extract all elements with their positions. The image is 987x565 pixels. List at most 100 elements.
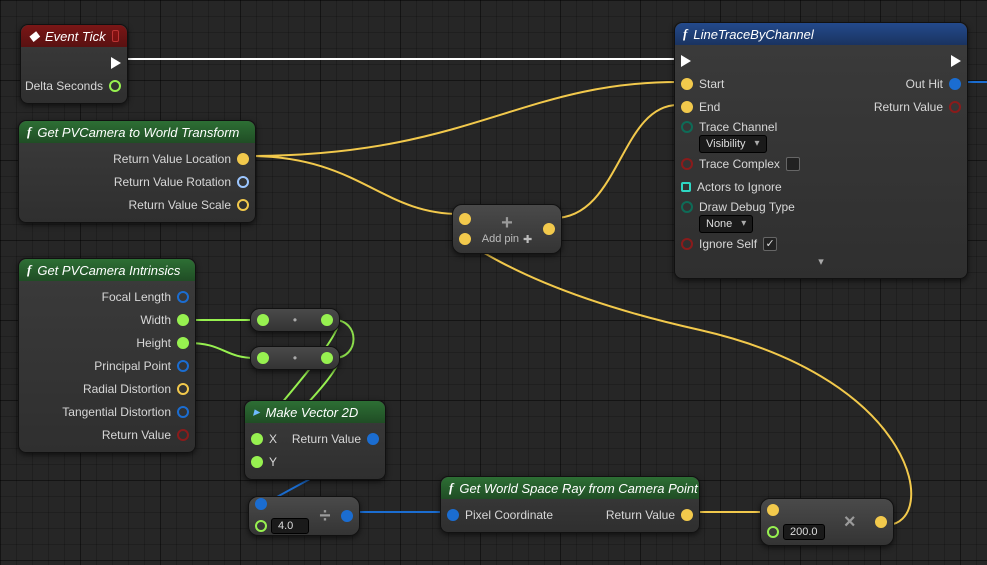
node-line-trace-by-channel[interactable]: f LineTraceByChannel Start Out Hit End R… (674, 22, 968, 279)
node-world-space-ray[interactable]: f Get World Space Ray from Camera Point … (440, 476, 700, 533)
draw-debug-dropdown[interactable]: None (699, 215, 753, 233)
exec-out-pin[interactable] (111, 57, 121, 69)
vector-out-pin[interactable] (177, 383, 189, 395)
float-in-pin[interactable] (767, 526, 779, 538)
float-in-pin[interactable] (257, 314, 269, 326)
exec-in-pin[interactable] (681, 55, 691, 67)
rotator-out-pin[interactable] (237, 176, 249, 188)
pin-label: Y (269, 455, 277, 469)
float-out-pin[interactable] (321, 314, 333, 326)
enum-in-pin[interactable] (681, 201, 693, 213)
trace-complex-checkbox[interactable] (786, 157, 800, 171)
struct-out-pin[interactable] (177, 291, 189, 303)
node-float-to-int-2[interactable]: • (250, 346, 340, 370)
pin-label: Height (136, 336, 171, 350)
pin-label: Return Value (606, 508, 675, 522)
float-out-pin[interactable] (177, 314, 189, 326)
float-in-pin[interactable] (257, 352, 269, 364)
function-icon: f (449, 480, 453, 496)
node-header[interactable]: f Get PVCamera Intrinsics (19, 259, 195, 281)
vector-out-pin[interactable] (543, 223, 555, 235)
vector-out-pin[interactable] (237, 153, 249, 165)
struct-out-pin[interactable] (177, 360, 189, 372)
struct-in-pin[interactable] (255, 498, 267, 510)
struct-out-pin[interactable] (367, 433, 379, 445)
struct-icon: ▸ (253, 404, 260, 420)
float-out-pin[interactable] (321, 352, 333, 364)
node-header[interactable]: ▸ Make Vector 2D (245, 401, 385, 423)
pin-label: Draw Debug Type (699, 200, 795, 214)
multiply-icon: × (844, 512, 856, 532)
node-float-to-int-1[interactable]: • (250, 308, 340, 332)
pin-label: Radial Distortion (83, 382, 171, 396)
node-title: LineTraceByChannel (693, 27, 813, 42)
struct-in-pin[interactable] (447, 509, 459, 521)
node-header[interactable]: ◆ Event Tick (21, 25, 127, 47)
vector-in-pin[interactable] (681, 78, 693, 90)
node-event-tick[interactable]: ◆ Event Tick Delta Seconds (20, 24, 128, 104)
pin-label: Principal Point (94, 359, 171, 373)
vector-out-pin[interactable] (681, 509, 693, 521)
bool-out-pin[interactable] (949, 101, 961, 113)
vector-in-pin[interactable] (681, 101, 693, 113)
float-in-pin[interactable] (251, 433, 263, 445)
pin-label: Trace Channel (699, 120, 777, 134)
function-icon: f (27, 262, 31, 278)
add-pin-button[interactable]: Add pin✚ (482, 233, 533, 246)
vector-out-pin[interactable] (237, 199, 249, 211)
node-multiply[interactable]: 200.0 × (760, 498, 894, 546)
vector-in-pin[interactable] (459, 213, 471, 225)
float-in-pin[interactable] (251, 456, 263, 468)
pin-label: Ignore Self (699, 237, 757, 251)
node-pvcamera-intrinsics[interactable]: f Get PVCamera Intrinsics Focal Length W… (18, 258, 196, 453)
ignore-self-checkbox[interactable]: ✓ (763, 237, 777, 251)
struct-out-pin[interactable] (177, 406, 189, 418)
trace-channel-dropdown[interactable]: Visibility (699, 135, 767, 153)
bool-in-pin[interactable] (681, 238, 693, 250)
expand-node-button[interactable]: ▾ (675, 255, 967, 272)
add-icon: ✚ (523, 233, 532, 246)
node-title: Make Vector 2D (266, 405, 359, 420)
node-header[interactable]: f Get World Space Ray from Camera Point (441, 477, 699, 499)
struct-out-pin[interactable] (341, 510, 353, 522)
multiplier-input[interactable]: 200.0 (783, 524, 825, 540)
struct-out-pin[interactable] (949, 78, 961, 90)
float-out-pin[interactable] (109, 80, 121, 92)
vector-in-pin[interactable] (767, 504, 779, 516)
bool-out-pin[interactable] (177, 429, 189, 441)
pin-label: X (269, 432, 277, 446)
pin-label: Trace Complex (699, 157, 780, 171)
function-icon: f (27, 124, 31, 140)
array-in-pin[interactable] (681, 182, 691, 192)
float-out-pin[interactable] (177, 337, 189, 349)
node-title: Get World Space Ray from Camera Point (459, 481, 697, 496)
node-header[interactable]: f Get PVCamera to World Transform (19, 121, 255, 143)
event-beacon-icon (112, 30, 119, 42)
bool-in-pin[interactable] (681, 158, 693, 170)
vector-out-pin[interactable] (875, 516, 887, 528)
pin-label: Width (140, 313, 171, 327)
node-add-vector[interactable]: + Add pin✚ (452, 204, 562, 254)
pin-label: Return Value (102, 428, 171, 442)
node-divide[interactable]: 4.0 ÷ (248, 496, 360, 536)
pin-label: Return Value (874, 100, 943, 114)
pin-label: Out Hit (906, 77, 943, 91)
node-title: Event Tick (45, 29, 106, 44)
pin-label: Return Value (292, 432, 361, 446)
divisor-input[interactable]: 4.0 (271, 518, 309, 534)
enum-in-pin[interactable] (681, 121, 693, 133)
float-in-pin[interactable] (255, 520, 267, 532)
pin-label: Return Value Scale (128, 198, 231, 212)
conversion-dot-icon: • (293, 351, 297, 365)
pin-label: Delta Seconds (25, 79, 103, 93)
exec-out-pin[interactable] (951, 55, 961, 67)
pin-label: Pixel Coordinate (465, 508, 553, 522)
node-header[interactable]: f LineTraceByChannel (675, 23, 967, 45)
node-pvcamera-world-transform[interactable]: f Get PVCamera to World Transform Return… (18, 120, 256, 223)
node-make-vector-2d[interactable]: ▸ Make Vector 2D X Return Value Y (244, 400, 386, 480)
vector-in-pin[interactable] (459, 233, 471, 245)
plus-icon: + (501, 213, 513, 233)
pin-label: Focal Length (102, 290, 171, 304)
node-title: Get PVCamera to World Transform (37, 125, 239, 140)
pin-label: End (699, 100, 720, 114)
